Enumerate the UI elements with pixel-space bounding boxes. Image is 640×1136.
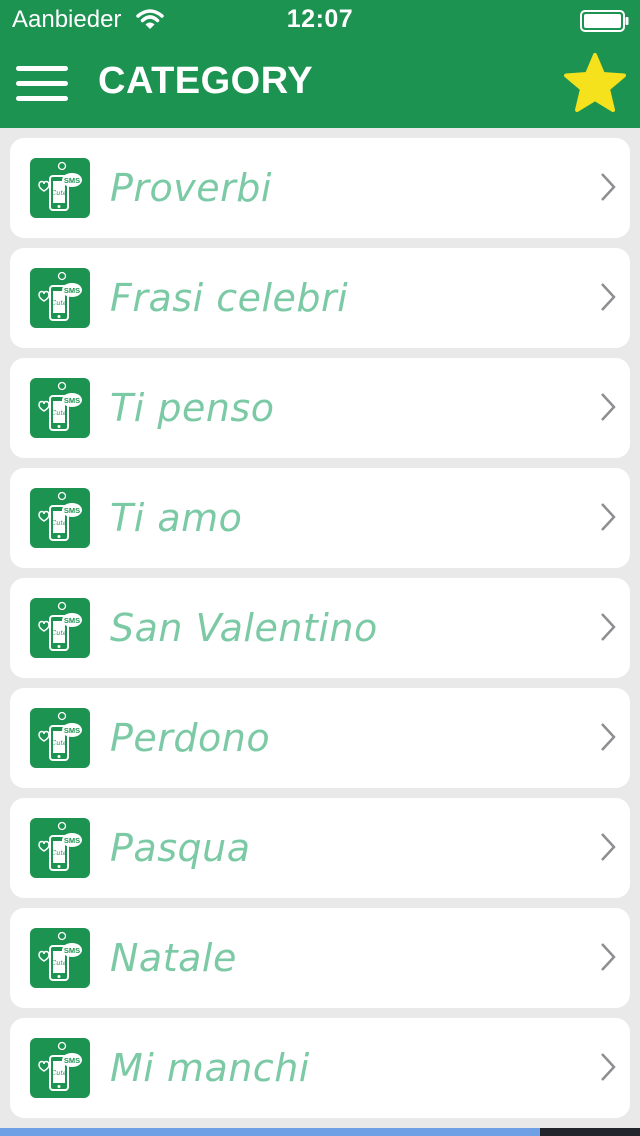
- svg-text:Cute: Cute: [51, 1069, 67, 1077]
- cute-sms-app-icon: SMS Cute: [30, 158, 90, 218]
- category-row-san-valentino[interactable]: SMS Cute San Valentino: [10, 578, 630, 678]
- svg-text:SMS: SMS: [64, 836, 80, 845]
- svg-text:Cute: Cute: [51, 849, 67, 857]
- svg-text:Cute: Cute: [51, 959, 67, 967]
- cute-sms-app-icon: SMS Cute: [30, 708, 90, 768]
- category-label: Perdono: [110, 716, 271, 760]
- chevron-right-icon: [601, 943, 616, 971]
- star-icon: [564, 53, 626, 112]
- category-label: Pasqua: [110, 826, 251, 870]
- hamburger-menu-button[interactable]: [16, 64, 68, 104]
- cute-sms-app-icon: SMS Cute: [30, 928, 90, 988]
- svg-text:Cute: Cute: [51, 299, 67, 307]
- chevron-right-icon: [601, 833, 616, 861]
- category-row-natale[interactable]: SMS Cute Natale: [10, 908, 630, 1008]
- category-row-perdono[interactable]: SMS Cute Perdono: [10, 688, 630, 788]
- svg-text:SMS: SMS: [64, 176, 80, 185]
- category-row-ti-penso[interactable]: SMS Cute Ti penso: [10, 358, 630, 458]
- svg-text:Cute: Cute: [51, 519, 67, 527]
- cute-sms-app-icon: SMS Cute: [30, 598, 90, 658]
- svg-text:Cute: Cute: [51, 189, 67, 197]
- svg-text:SMS: SMS: [64, 1056, 80, 1065]
- category-label: Frasi celebri: [110, 276, 349, 320]
- category-label: Ti penso: [110, 386, 275, 430]
- category-label: Ti amo: [110, 496, 243, 540]
- category-label: Natale: [110, 936, 237, 980]
- chevron-right-icon: [601, 173, 616, 201]
- bottom-banner-strip: [0, 1128, 640, 1136]
- category-row-frasi-celebri[interactable]: SMS Cute Frasi celebri: [10, 248, 630, 348]
- cute-sms-app-icon: SMS Cute: [30, 818, 90, 878]
- cute-sms-app-icon: SMS Cute: [30, 268, 90, 328]
- svg-text:Cute: Cute: [51, 409, 67, 417]
- category-label: Mi manchi: [110, 1046, 310, 1090]
- svg-text:Cute: Cute: [51, 739, 67, 747]
- svg-text:SMS: SMS: [64, 506, 80, 515]
- chevron-right-icon: [601, 503, 616, 531]
- category-row-ti-amo[interactable]: SMS Cute Ti amo: [10, 468, 630, 568]
- chevron-right-icon: [601, 723, 616, 751]
- battery-icon: [580, 10, 629, 32]
- status-bar: Aanbieder 12:07: [0, 0, 640, 40]
- nav-bar: CATEGORY: [0, 40, 640, 128]
- cute-sms-app-icon: SMS Cute: [30, 1038, 90, 1098]
- chevron-right-icon: [601, 283, 616, 311]
- chevron-right-icon: [601, 1053, 616, 1081]
- category-row-proverbi[interactable]: SMS Cute Proverbi: [10, 138, 630, 238]
- svg-text:SMS: SMS: [64, 396, 80, 405]
- svg-text:SMS: SMS: [64, 726, 80, 735]
- category-label: San Valentino: [110, 606, 378, 650]
- chevron-right-icon: [601, 393, 616, 421]
- category-label: Proverbi: [110, 166, 272, 210]
- page-title: CATEGORY: [98, 60, 314, 102]
- svg-text:SMS: SMS: [64, 286, 80, 295]
- chevron-right-icon: [601, 613, 616, 641]
- category-row-mi-manchi[interactable]: SMS Cute Mi manchi: [10, 1018, 630, 1118]
- svg-text:SMS: SMS: [64, 616, 80, 625]
- cute-sms-app-icon: SMS Cute: [30, 488, 90, 548]
- category-row-pasqua[interactable]: SMS Cute Pasqua: [10, 798, 630, 898]
- category-list: SMS Cute Proverbi SMS Cute Frasi celebri…: [10, 138, 630, 1128]
- svg-text:Cute: Cute: [51, 629, 67, 637]
- svg-text:SMS: SMS: [64, 946, 80, 955]
- clock: 12:07: [286, 5, 354, 33]
- favorites-button[interactable]: [562, 52, 628, 116]
- hamburger-menu-icon: [16, 66, 68, 71]
- cute-sms-app-icon: SMS Cute: [30, 378, 90, 438]
